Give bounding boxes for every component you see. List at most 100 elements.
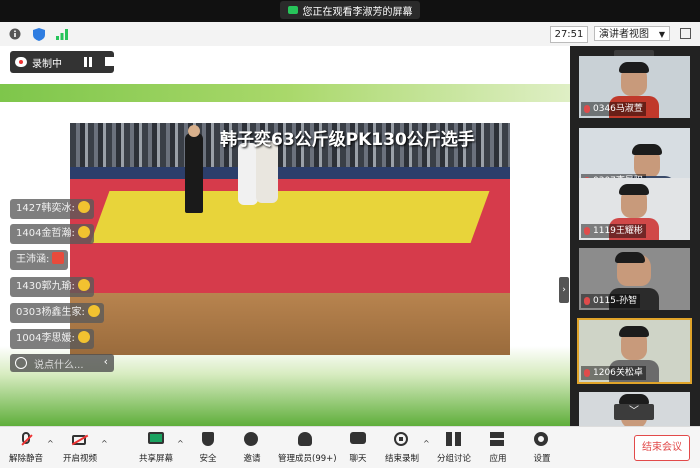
invite-user-icon — [244, 432, 258, 446]
participant-tile-active[interactable]: 1206关松卓 — [577, 318, 692, 384]
viewing-text: 您正在观看李淑芳的屏幕 — [302, 6, 413, 18]
chat-placeholder[interactable]: 说点什么... — [34, 356, 84, 371]
stop-recording-button[interactable] — [102, 54, 118, 70]
reaction-text: 1427韩奕冰: — [16, 203, 75, 214]
invite-button[interactable]: 邀请 — [226, 427, 278, 468]
settings-button[interactable]: 设置 — [516, 427, 568, 468]
signal-icon[interactable] — [55, 27, 69, 41]
share-screen-label: 共享屏幕 — [138, 454, 173, 464]
reaction-message: 1430郭九瑜: — [10, 277, 94, 297]
invite-label: 邀请 — [243, 454, 261, 464]
reaction-text: 1004李思媛: — [16, 333, 75, 344]
participant-tile[interactable]: 0346马淑萱 — [579, 56, 690, 118]
top-bar: 您正在观看李淑芳的屏幕 — [0, 0, 700, 22]
reaction-message: 1004李思媛: — [10, 329, 94, 349]
mic-muted-icon — [584, 297, 590, 305]
mic-muted-icon — [584, 369, 590, 377]
emoji-icon[interactable] — [15, 357, 27, 369]
audio-options-caret[interactable]: ^ — [47, 439, 54, 448]
end-recording-label: 结束录制 — [384, 454, 419, 464]
participant-name-tag: 0115-孙智 — [581, 294, 641, 308]
manage-participants-button[interactable]: 管理成员(99+) — [278, 427, 337, 468]
slide-header-band — [0, 84, 570, 102]
scroll-down-button[interactable]: ﹀ — [614, 404, 654, 420]
participant-face — [619, 62, 649, 96]
chat-bubble-icon — [350, 432, 366, 444]
status-bar: 27:51 演讲者视图 ▼ — [0, 22, 700, 47]
chevron-left-icon[interactable]: ‹ — [104, 355, 108, 368]
screen-share-icon — [287, 6, 298, 14]
start-video-button[interactable]: 开启视频 — [54, 427, 106, 468]
mic-off-icon — [22, 432, 30, 444]
unmute-label: 解除静音 — [8, 454, 43, 464]
reaction-message: 1427韩奕冰: — [10, 199, 94, 219]
end-meeting-button[interactable]: 结束会议 — [634, 435, 690, 461]
settings-label: 设置 — [533, 454, 551, 464]
breakout-rooms-icon — [446, 432, 462, 446]
participant-tile[interactable]: 0115-孙智 — [579, 248, 690, 310]
participant-face — [619, 184, 649, 218]
chat-input-bar[interactable]: 说点什么... ‹ — [10, 354, 114, 372]
mic-muted-icon — [584, 227, 590, 235]
video-options-caret[interactable]: ^ — [101, 439, 108, 448]
reaction-message: 1404金哲瀚: — [10, 224, 94, 244]
video-fighter — [238, 143, 258, 205]
participant-name-tag: 1119王耀彬 — [581, 224, 646, 238]
participant-name: 1119王耀彬 — [593, 226, 643, 236]
info-icon[interactable] — [8, 27, 22, 41]
clap-emoji-icon — [87, 305, 100, 317]
end-recording-button[interactable]: 结束录制 — [376, 427, 428, 468]
mic-muted-icon — [584, 105, 590, 113]
video-fighter — [256, 141, 278, 203]
participant-name: 1206关松卓 — [593, 368, 643, 378]
pause-recording-button[interactable] — [80, 54, 96, 70]
reaction-text: 0303杨鑫生家: — [16, 307, 85, 318]
clap-emoji-icon — [77, 201, 90, 213]
participant-name: 0115-孙智 — [593, 296, 638, 306]
participant-face — [615, 252, 651, 286]
reaction-text: 1430郭九瑜: — [16, 281, 75, 292]
shield-icon — [202, 432, 214, 446]
gear-icon — [534, 432, 548, 446]
video-mat-yellow — [90, 191, 490, 243]
video-referee — [185, 125, 203, 213]
view-mode-dropdown[interactable]: 演讲者视图 ▼ — [594, 26, 670, 41]
shared-screen: 录制中 韩子奕63公斤级PK130公斤选手 1427韩奕冰: 1404金哲瀚: … — [0, 46, 570, 426]
start-video-label: 开启视频 — [62, 454, 97, 464]
viewing-screen-indicator[interactable]: 您正在观看李淑芳的屏幕 — [280, 1, 420, 19]
reaction-message: 0303杨鑫生家: — [10, 303, 104, 323]
participant-tile[interactable]: 1119王耀彬 — [579, 178, 690, 240]
meeting-timer: 27:51 — [550, 26, 588, 43]
video-floor — [70, 293, 510, 355]
gift-emoji-icon — [52, 252, 65, 264]
participant-name: 0346马淑萱 — [593, 104, 643, 114]
clap-emoji-icon — [77, 279, 90, 291]
camera-off-icon — [72, 435, 86, 445]
embedded-video[interactable]: 韩子奕63公斤级PK130公斤选手 — [70, 123, 510, 355]
fullscreen-icon[interactable] — [680, 28, 691, 39]
reaction-text: 1404金哲瀚: — [16, 228, 75, 239]
view-mode-label: 演讲者视图 — [599, 29, 649, 40]
stop-record-icon — [394, 432, 408, 446]
recording-controls: 录制中 — [10, 51, 114, 73]
participant-face — [619, 326, 649, 360]
meeting-toolbar: 解除静音 ^ 开启视频 ^ 共享屏幕 ^ 安全 邀请 管理成员(99+) 聊天 … — [0, 426, 700, 468]
share-screen-button[interactable]: 共享屏幕 — [130, 427, 182, 468]
participant-gallery: ︿ 0346马淑萱 0307李昊阳 1119王耀彬 0115-孙智 — [570, 46, 700, 426]
shield-icon[interactable] — [32, 27, 46, 41]
recording-label: 录制中 — [32, 59, 62, 70]
participant-name-tag: 1206关松卓 — [581, 366, 646, 380]
participant-name-tag: 0346马淑萱 — [581, 102, 646, 116]
recording-cloud-icon — [15, 57, 27, 67]
manage-participants-label: 管理成员(99+) — [278, 454, 337, 464]
share-screen-icon — [148, 432, 164, 444]
chevron-down-icon: ▼ — [658, 30, 665, 39]
unmute-button[interactable]: 解除静音 — [0, 427, 52, 468]
participants-icon — [298, 432, 312, 446]
clap-emoji-icon — [77, 331, 90, 343]
video-title: 韩子奕63公斤级PK130公斤选手 — [220, 130, 475, 150]
reaction-message: 王沛涵: — [10, 250, 69, 270]
gallery-toggle-handle[interactable]: › — [559, 277, 569, 303]
apps-icon — [490, 432, 504, 446]
reaction-text: 王沛涵: — [16, 254, 50, 265]
